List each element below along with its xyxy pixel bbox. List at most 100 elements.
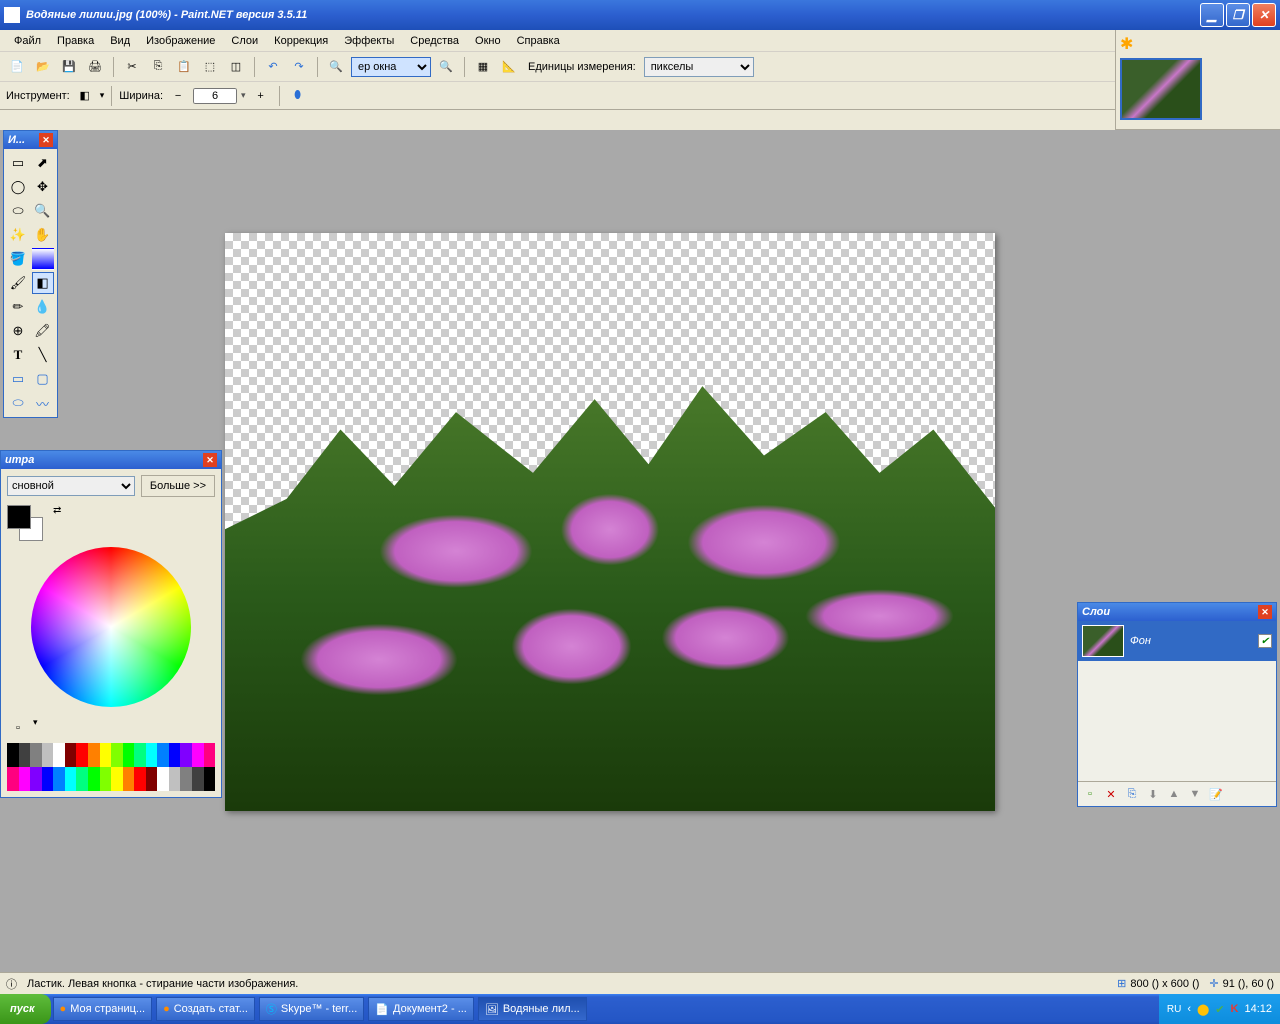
more-button[interactable]: Больше >>: [141, 475, 215, 497]
minimize-button[interactable]: ▁: [1200, 3, 1224, 27]
task-item[interactable]: ●Создать стат...: [156, 997, 255, 1021]
task-item-active[interactable]: 🖼Водяные лил...: [478, 997, 587, 1021]
tray-icon[interactable]: ✔: [1215, 1003, 1224, 1016]
rounded-rect-tool[interactable]: ▢: [32, 368, 54, 390]
menu-effects[interactable]: Эффекты: [336, 33, 402, 49]
add-layer-icon[interactable]: ▫: [1081, 785, 1099, 803]
menu-layers[interactable]: Слои: [223, 33, 266, 49]
color-wheel[interactable]: [31, 547, 191, 707]
primary-color-swatch[interactable]: [7, 505, 31, 529]
clock[interactable]: 14:12: [1244, 1003, 1272, 1015]
copy-icon[interactable]: ⎘: [147, 56, 169, 78]
line-tool[interactable]: ╲: [32, 344, 54, 366]
antialias-icon[interactable]: ⬮: [287, 85, 309, 107]
menu-view[interactable]: Вид: [102, 33, 138, 49]
ellipse-tool[interactable]: ⬭: [7, 392, 29, 414]
task-item[interactable]: 📄Документ2 - ...: [368, 997, 474, 1021]
text-tool[interactable]: T: [7, 344, 29, 366]
color-swatch-pair[interactable]: [7, 505, 43, 541]
palette-add-icon[interactable]: ▫: [7, 717, 29, 739]
move-down-icon[interactable]: ▼: [1186, 785, 1204, 803]
task-item[interactable]: ⓈSkype™ - terr...: [259, 997, 364, 1021]
paintbrush-tool[interactable]: 🖌: [7, 272, 29, 294]
width-increase-icon[interactable]: +: [250, 85, 272, 107]
maximize-button[interactable]: ❐: [1226, 3, 1250, 27]
colors-panel-title[interactable]: итра ✕: [1, 451, 221, 469]
move-up-icon[interactable]: ▲: [1165, 785, 1183, 803]
color-picker-tool[interactable]: 💧: [32, 296, 54, 318]
save-icon[interactable]: 💾: [58, 56, 80, 78]
units-select[interactable]: пикселы: [644, 57, 754, 77]
layer-properties-icon[interactable]: 📝: [1207, 785, 1225, 803]
language-indicator[interactable]: RU: [1167, 1004, 1181, 1015]
tools-panel-title[interactable]: И... ✕: [4, 131, 57, 149]
layers-panel-title[interactable]: Слои ✕: [1078, 603, 1276, 621]
rect-select-tool[interactable]: ▭: [7, 152, 29, 174]
move-tool[interactable]: ✥: [32, 176, 54, 198]
width-input[interactable]: [193, 88, 237, 104]
zoom-select[interactable]: ер окна: [351, 57, 431, 77]
swap-colors-icon[interactable]: ⇄: [53, 505, 61, 516]
menu-edit[interactable]: Правка: [49, 33, 102, 49]
undo-icon[interactable]: ↶: [262, 56, 284, 78]
menu-help[interactable]: Справка: [509, 33, 568, 49]
fill-tool[interactable]: 🪣: [7, 248, 29, 270]
paste-icon[interactable]: 📋: [173, 56, 195, 78]
color-mode-select[interactable]: сновной: [7, 476, 135, 496]
eraser-tool[interactable]: ◧: [32, 272, 54, 294]
open-icon[interactable]: 📂: [32, 56, 54, 78]
crop-icon[interactable]: ⬚: [199, 56, 221, 78]
start-button[interactable]: пуск: [0, 994, 51, 1024]
clone-stamp-tool[interactable]: ⊕: [7, 320, 29, 342]
duplicate-layer-icon[interactable]: ⎘: [1123, 785, 1141, 803]
new-icon[interactable]: 📄: [6, 56, 28, 78]
freeform-tool[interactable]: 〰: [32, 392, 54, 414]
layer-visibility-checkbox[interactable]: ✔: [1258, 634, 1272, 648]
close-button[interactable]: ✕: [1252, 3, 1276, 27]
zoom-tool[interactable]: 🔍: [32, 200, 54, 222]
move-selection-tool[interactable]: ⬈: [32, 152, 54, 174]
task-item[interactable]: ●Моя страниц...: [53, 997, 153, 1021]
magic-wand-tool[interactable]: ✨: [7, 224, 29, 246]
merge-down-icon[interactable]: ⬇: [1144, 785, 1162, 803]
rectangle-tool[interactable]: ▭: [7, 368, 29, 390]
pan-tool[interactable]: ✋: [32, 224, 54, 246]
print-icon[interactable]: 🖨: [84, 56, 106, 78]
palette-strip-2[interactable]: [7, 767, 215, 791]
tools-panel: И... ✕ ▭ ⬈ ◯ ✥ ⬭ 🔍 ✨ ✋ 🪣 🖌 ◧ ✏ 💧 ⊕ 🖍 T ╲…: [3, 130, 58, 418]
lasso-tool[interactable]: ◯: [7, 176, 29, 198]
tool-options-toolbar: Инструмент: ◧ ▾ Ширина: − ▾ + ⬮: [0, 82, 1280, 110]
image-thumbnail[interactable]: [1120, 58, 1202, 120]
width-decrease-icon[interactable]: −: [167, 85, 189, 107]
menu-window[interactable]: Окно: [467, 33, 509, 49]
canvas[interactable]: [225, 233, 995, 811]
delete-layer-icon[interactable]: ✕: [1102, 785, 1120, 803]
titlebar: Водяные лилии.jpg (100%) - Paint.NET вер…: [0, 0, 1280, 30]
gradient-tool[interactable]: [32, 248, 54, 270]
current-tool-icon[interactable]: ◧: [74, 85, 96, 107]
tray-icon[interactable]: K: [1231, 1003, 1239, 1015]
ellipse-select-tool[interactable]: ⬭: [7, 200, 29, 222]
pencil-tool[interactable]: ✏: [7, 296, 29, 318]
menu-adjustments[interactable]: Коррекция: [266, 33, 336, 49]
menu-tools[interactable]: Средства: [402, 33, 467, 49]
zoom-out-icon[interactable]: 🔍: [325, 56, 347, 78]
ruler-icon[interactable]: 📐: [498, 56, 520, 78]
layers-close-icon[interactable]: ✕: [1258, 605, 1272, 619]
cut-icon[interactable]: ✂: [121, 56, 143, 78]
deselect-icon[interactable]: ◫: [225, 56, 247, 78]
tools-close-icon[interactable]: ✕: [39, 133, 53, 147]
redo-icon[interactable]: ↷: [288, 56, 310, 78]
system-tray[interactable]: RU ‹ ⬤ ✔ K 14:12: [1159, 994, 1280, 1024]
units-label: Единицы измерения:: [524, 61, 640, 73]
tray-icon[interactable]: ⬤: [1197, 1003, 1209, 1016]
recolor-tool[interactable]: 🖍: [32, 320, 54, 342]
menu-image[interactable]: Изображение: [138, 33, 223, 49]
tray-icon[interactable]: ‹: [1187, 1003, 1191, 1015]
colors-close-icon[interactable]: ✕: [203, 453, 217, 467]
layer-item[interactable]: Фон ✔: [1078, 621, 1276, 661]
menu-file[interactable]: Файл: [6, 33, 49, 49]
grid-icon[interactable]: ▦: [472, 56, 494, 78]
palette-strip[interactable]: [7, 743, 215, 767]
zoom-in-icon[interactable]: 🔍: [435, 56, 457, 78]
